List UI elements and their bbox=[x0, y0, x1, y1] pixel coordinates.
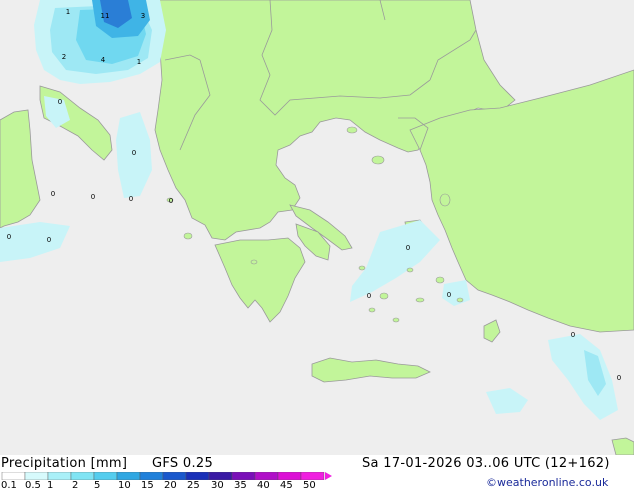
scale-tick-label: 2 bbox=[72, 480, 79, 491]
scale-swatch bbox=[277, 472, 302, 480]
scale-tick-label: 50 bbox=[303, 480, 316, 491]
scale-swatch bbox=[24, 472, 49, 480]
scale-tick-label: 25 bbox=[187, 480, 200, 491]
value-label: 0 bbox=[47, 236, 51, 244]
value-label: 0 bbox=[58, 98, 62, 106]
scale-swatch bbox=[162, 472, 187, 480]
scale-tick-label: 35 bbox=[234, 480, 247, 491]
value-label: 3 bbox=[141, 12, 145, 20]
scale-arrow bbox=[325, 472, 332, 480]
scale-tick-label: 10 bbox=[118, 480, 131, 491]
scale-tick-label: 30 bbox=[211, 480, 224, 491]
scale-tick-label: 45 bbox=[280, 480, 293, 491]
scale-swatch bbox=[93, 472, 118, 480]
scale-swatch bbox=[300, 472, 325, 480]
scale-swatch bbox=[208, 472, 233, 480]
footer: Precipitation [mm] GFS 0.25 Sa 17-01-202… bbox=[0, 455, 634, 491]
value-label: 0 bbox=[406, 244, 410, 252]
value-label: 0 bbox=[367, 292, 371, 300]
scale-swatch bbox=[116, 472, 141, 480]
scale-tick-label: 20 bbox=[164, 480, 177, 491]
scale-swatch bbox=[70, 472, 95, 480]
value-label: 0 bbox=[51, 190, 55, 198]
credit-text[interactable]: ©weatheronline.co.uk bbox=[486, 476, 608, 489]
scale-swatch bbox=[185, 472, 210, 480]
valid-datetime: Sa 17-01-2026 03..06 UTC (12+162) bbox=[362, 456, 610, 471]
scale-swatch bbox=[231, 472, 256, 480]
value-label: 2 bbox=[62, 53, 66, 61]
value-label: 0 bbox=[617, 374, 621, 382]
scale-tick-label: 1 bbox=[47, 480, 54, 491]
scale-tick-label: 40 bbox=[257, 480, 270, 491]
scale-tick-label: 0.5 bbox=[25, 480, 41, 491]
value-label: 11 bbox=[101, 12, 110, 20]
scale-swatch bbox=[254, 472, 279, 480]
value-label: 0 bbox=[571, 331, 575, 339]
scale-swatch bbox=[1, 472, 26, 480]
precipitation-map: 11 3 1 2 4 1 0 0 0 0 0 0 0 0 0 0 0 0 0 bbox=[0, 0, 634, 455]
value-label: 0 bbox=[169, 197, 173, 205]
color-scale-bar bbox=[1, 472, 332, 480]
scale-tick-label: 15 bbox=[141, 480, 154, 491]
value-label: 1 bbox=[66, 8, 70, 16]
value-label: 0 bbox=[7, 233, 11, 241]
model-name: GFS 0.25 bbox=[152, 456, 214, 471]
scale-tick-label: 5 bbox=[94, 480, 101, 491]
value-label: 1 bbox=[137, 58, 141, 66]
value-label: 0 bbox=[447, 291, 451, 299]
value-label: 4 bbox=[101, 56, 106, 64]
cyprus-land bbox=[611, 437, 634, 455]
map-title: Precipitation [mm] bbox=[1, 456, 128, 471]
value-label: 0 bbox=[132, 149, 136, 157]
scale-swatch bbox=[139, 472, 164, 480]
scale-swatch bbox=[47, 472, 72, 480]
value-label: 0 bbox=[129, 195, 133, 203]
scale-tick-label: 0.1 bbox=[1, 480, 17, 491]
value-label: 0 bbox=[91, 193, 95, 201]
